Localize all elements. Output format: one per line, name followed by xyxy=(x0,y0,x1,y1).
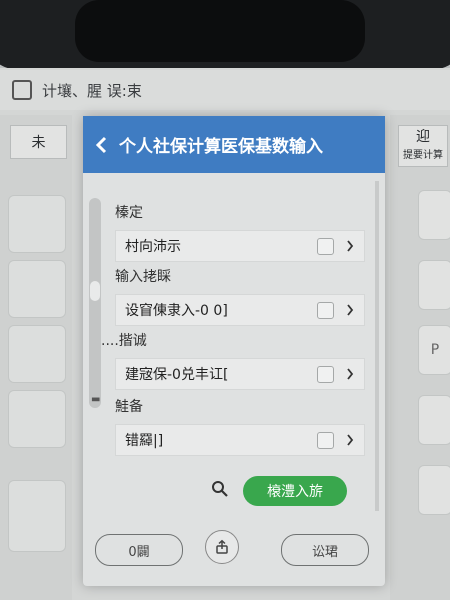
field-value: 村向沛示 xyxy=(125,239,181,255)
scroll-thumb[interactable] xyxy=(90,281,100,301)
field-checkbox[interactable] xyxy=(317,237,334,255)
submit-button[interactable]: 榱澧入旂 xyxy=(243,476,347,506)
background-right-tile[interactable] xyxy=(418,395,450,445)
dialog-scrollbar[interactable] xyxy=(375,181,379,511)
field-value: 错羄|] xyxy=(125,433,164,449)
input-dialog: 个人社保计算医保基数输入 ▬ 榛定 村向沛示 输入㧯睬 设窅倲隶入-0 0] .… xyxy=(83,116,385,586)
background-tile[interactable] xyxy=(8,325,66,383)
dialog-title: 个人社保计算医保基数输入 xyxy=(119,137,323,157)
action-row: 榱澧入旂 xyxy=(211,476,347,506)
chevron-right-icon[interactable] xyxy=(344,304,356,316)
calendar-icon xyxy=(12,80,32,100)
input-field[interactable]: 设窅倲隶入-0 0] xyxy=(115,294,365,326)
background-header-title: 计壤、腥 误:束 xyxy=(42,81,142,100)
scroll-track[interactable] xyxy=(89,198,101,408)
background-left-tab[interactable]: 未 xyxy=(10,125,67,159)
share-icon[interactable] xyxy=(205,530,239,564)
field-value: 建宼保-0兑丰讧[ xyxy=(125,367,229,383)
background-right-tile[interactable] xyxy=(418,190,450,240)
search-icon[interactable] xyxy=(211,480,229,502)
form-section: ....揩诚 建宼保-0兑丰讧[ xyxy=(101,330,365,390)
field-checkbox[interactable] xyxy=(317,301,334,319)
scroll-end-marker: ▬ xyxy=(91,394,101,405)
section-label: 榛定 xyxy=(115,205,143,221)
background-right-tile[interactable]: P xyxy=(418,325,450,375)
chevron-right-icon[interactable] xyxy=(344,434,356,446)
form-section: 输入㧯睬 设窅倲隶入-0 0] xyxy=(115,266,365,326)
section-label: 鮭备 xyxy=(115,399,143,415)
footer-right-button[interactable]: 讼珺 xyxy=(281,534,369,566)
background-right-tab[interactable]: 迎 提要计算 xyxy=(398,125,448,167)
background-header: 计壤、腥 误:束 xyxy=(0,70,450,110)
field-checkbox[interactable] xyxy=(317,431,334,449)
background-right-tile[interactable] xyxy=(418,465,450,515)
phone-camera-area xyxy=(75,0,365,62)
background-right-tab-subtitle: 提要计算 xyxy=(403,150,443,161)
form-section: 鮭备 错羄|] xyxy=(115,396,365,456)
background-tile[interactable] xyxy=(8,195,66,253)
input-field[interactable]: 错羄|] xyxy=(115,424,365,456)
footer-left-button[interactable]: 0闢 xyxy=(95,534,183,566)
section-label: 输入㧯睬 xyxy=(115,269,171,285)
dialog-header: 个人社保计算医保基数输入 xyxy=(83,116,385,173)
chevron-right-icon[interactable] xyxy=(344,240,356,252)
chevron-right-icon[interactable] xyxy=(344,368,356,380)
background-tile[interactable] xyxy=(8,260,66,318)
section-label: ....揩诚 xyxy=(101,333,147,349)
field-value: 设窅倲隶入-0 0] xyxy=(125,303,228,319)
dialog-footer: 0闢 讼珺 xyxy=(95,530,375,568)
background-tile[interactable] xyxy=(8,480,66,552)
background-right-tab-title: 迎 xyxy=(416,129,430,145)
input-field[interactable]: 村向沛示 xyxy=(115,230,365,262)
input-field[interactable]: 建宼保-0兑丰讧[ xyxy=(115,358,365,390)
background-tile[interactable] xyxy=(8,390,66,448)
field-checkbox[interactable] xyxy=(317,365,334,383)
form-section: 榛定 村向沛示 xyxy=(115,202,365,262)
background-right-tile[interactable] xyxy=(418,260,450,310)
chevron-left-icon[interactable] xyxy=(83,136,119,154)
phone-bezel xyxy=(0,0,450,70)
